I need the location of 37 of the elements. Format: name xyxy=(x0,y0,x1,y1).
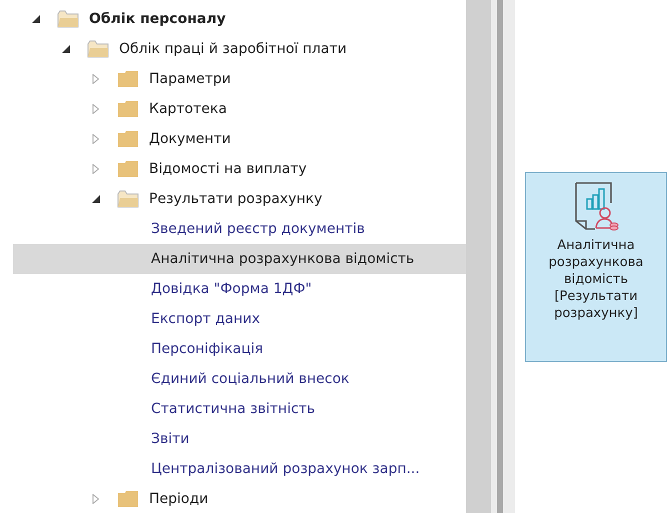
folder-icon xyxy=(117,70,139,88)
report-tile[interactable]: Аналітична розрахункова відомість [Результати розрахунку] xyxy=(525,172,667,362)
collapsed-arrow-icon[interactable] xyxy=(91,104,101,114)
folder-label[interactable]: Результати розрахунку xyxy=(149,191,322,207)
folder-label[interactable]: Документи xyxy=(149,131,231,147)
folder-label[interactable]: Облік праці й заробітної плати xyxy=(119,41,347,57)
open-folder-icon xyxy=(117,190,139,208)
folder-icon xyxy=(117,490,139,508)
folder-icon xyxy=(117,160,139,178)
report-person-icon xyxy=(573,181,619,231)
report-link[interactable]: Звіти xyxy=(151,431,190,447)
folder-label[interactable]: Відомості на виплату xyxy=(149,161,307,177)
report-link[interactable]: Персоніфікація xyxy=(151,341,264,357)
open-folder-icon xyxy=(87,40,109,58)
report-link[interactable]: Експорт даних xyxy=(151,311,260,327)
folder-label[interactable]: Облік персоналу xyxy=(89,11,226,27)
selected-row-highlight[interactable]: Аналітична розрахункова відомість xyxy=(13,244,466,274)
report-link[interactable]: Централізований розрахунок зарп... xyxy=(151,461,420,477)
folder-icon xyxy=(117,100,139,118)
expanded-arrow-icon[interactable] xyxy=(91,194,101,204)
collapsed-arrow-icon[interactable] xyxy=(91,74,101,84)
collapsed-arrow-icon[interactable] xyxy=(91,164,101,174)
collapsed-arrow-icon[interactable] xyxy=(91,134,101,144)
folder-label[interactable]: Періоди xyxy=(149,491,208,507)
folder-label[interactable]: Параметри xyxy=(149,71,231,87)
folder-label[interactable]: Картотека xyxy=(149,101,227,117)
report-link[interactable]: Довідка "Форма 1ДФ" xyxy=(151,281,312,297)
expanded-arrow-icon[interactable] xyxy=(31,14,41,24)
folder-icon xyxy=(117,130,139,148)
report-link[interactable]: Єдиний соціальний внесок xyxy=(151,371,350,387)
report-link[interactable]: Статистична звітність xyxy=(151,401,316,417)
collapsed-arrow-icon[interactable] xyxy=(91,494,101,504)
tile-label: Аналітична розрахункова відомість [Результати розрахунку] xyxy=(548,237,644,322)
open-folder-icon xyxy=(57,10,79,28)
panel-splitter[interactable] xyxy=(466,0,515,513)
expanded-arrow-icon[interactable] xyxy=(61,44,71,54)
report-link[interactable]: Зведений реєстр документів xyxy=(151,221,365,237)
